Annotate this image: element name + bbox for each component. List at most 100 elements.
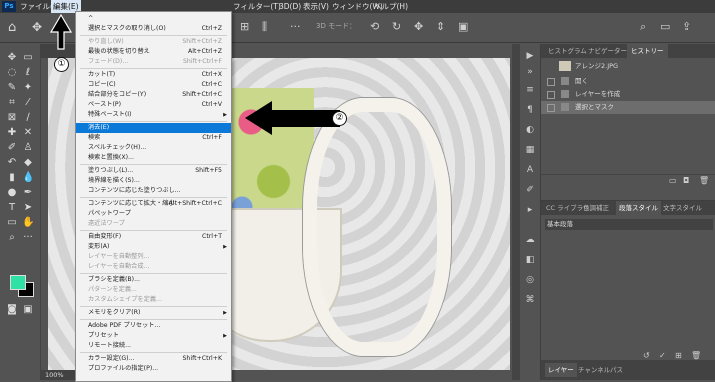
tab-history[interactable]: ヒストリー (627, 44, 668, 58)
menu-item[interactable]: 結合部分をコピー(Y) Shift+Ctrl+C (76, 90, 231, 100)
magic-wand-icon[interactable]: ✦ (22, 82, 34, 94)
tab-layers[interactable]: レイヤー (545, 363, 577, 377)
menu-item[interactable]: 自由変形(F) Ctrl+T (76, 232, 231, 242)
collapse-icon[interactable]: » (524, 66, 536, 78)
artboard-tool-icon[interactable]: ▭ (22, 52, 34, 64)
marquee-tool-icon[interactable]: ◌ (6, 67, 18, 79)
brush-tool-icon[interactable]: ✐ (6, 142, 18, 154)
patch-tool-icon[interactable]: ✕ (22, 127, 34, 139)
menu-item[interactable]: 検索 Ctrl+F (76, 133, 231, 143)
canvas-scrollbar[interactable] (512, 44, 520, 380)
tab-histogram[interactable]: ヒストグラム (545, 44, 590, 58)
quick-mask-icon[interactable]: ◙ (6, 304, 18, 316)
menu-view[interactable]: 表示(V) (303, 0, 329, 13)
align-icon[interactable]: ⊞ (240, 20, 249, 33)
menu-item[interactable]: ^ (76, 14, 231, 24)
channels-icon[interactable]: ◎ (524, 274, 536, 286)
search-icon[interactable]: ⌕ (640, 20, 646, 34)
type-tool-icon[interactable]: T (6, 202, 18, 214)
crop-tool-icon[interactable]: ⌗ (6, 97, 18, 109)
menu-item[interactable]: 塗りつぶし(L)... Shift+F5 (76, 166, 231, 176)
paragraph-style-item[interactable]: 基本段落 (545, 219, 713, 230)
ruler-tool-icon[interactable]: ∕ (22, 112, 34, 124)
move-tool-icon[interactable]: ✥ (6, 52, 18, 64)
zoom-level[interactable]: 100% (45, 371, 64, 379)
paths-icon[interactable]: ⌘ (524, 294, 536, 306)
trash-icon[interactable]: 🗑 (699, 176, 709, 185)
shape-tool-icon[interactable]: ▭ (6, 217, 18, 229)
menu-item[interactable]: やり直し(W) Shift+Ctrl+Z (76, 37, 231, 47)
menu-item[interactable]: 特殊ペースト(I) ▶ (76, 110, 231, 120)
healing-brush-icon[interactable]: ✚ (6, 127, 18, 139)
menu-item[interactable]: レイヤーを自動合成... (76, 262, 231, 272)
menu-item[interactable]: ペースト(P) Ctrl+V (76, 100, 231, 110)
clear-override-icon[interactable]: ↺ (643, 351, 650, 360)
redefine-icon[interactable]: ✓ (659, 351, 666, 360)
zoom-tool-icon[interactable]: ⌕ (6, 232, 18, 244)
menu-3d[interactable]: 3D(D) (279, 0, 301, 13)
menu-item[interactable]: コンテンツに応じた塗りつぶし... (76, 186, 231, 196)
3d-slide-icon[interactable]: ⇕ (436, 20, 445, 33)
menu-item[interactable]: カラー設定(G)... Shift+Ctrl+K (76, 354, 231, 364)
hand-tool-icon[interactable]: ✋ (22, 217, 34, 229)
tab-adjustments[interactable]: 色調補正 (581, 201, 611, 215)
history-brush-source-box[interactable] (547, 78, 555, 86)
menu-item[interactable]: ブラシを定義(B)... (76, 275, 231, 285)
home-icon[interactable]: ⌂ (8, 20, 16, 35)
menu-item[interactable]: 最後の状態を切り替え Alt+Ctrl+Z (76, 47, 231, 57)
adjustments-icon[interactable]: ◐ (524, 124, 536, 136)
menu-item[interactable]: メモリをクリア(R) ▶ (76, 308, 231, 318)
foreground-color-swatch[interactable] (10, 275, 26, 290)
3d-roll-icon[interactable]: ↻ (392, 20, 401, 33)
more-options-icon[interactable]: ··· (290, 20, 301, 33)
distribute-icon[interactable]: ⫼ (262, 20, 267, 34)
menu-item[interactable]: 遠近法ワープ (76, 219, 231, 229)
tab-character-styles[interactable]: 文字スタイル (661, 201, 704, 215)
more-tools-icon[interactable]: ··· (22, 232, 34, 244)
gradient-tool-icon[interactable]: ▮ (6, 172, 18, 184)
history-snapshot[interactable]: アレンジ2.JPG (541, 60, 715, 73)
eraser-tool-icon[interactable]: ◆ (22, 157, 34, 169)
dodge-tool-icon[interactable]: ● (6, 187, 18, 199)
menu-item[interactable]: Adobe PDF プリセット... (76, 321, 231, 331)
path-select-icon[interactable]: ➤ (22, 202, 34, 214)
menu-item[interactable]: コピー(C) Ctrl+C (76, 80, 231, 90)
menu-item[interactable]: カスタムシェイプを定義... (76, 295, 231, 305)
properties-icon[interactable]: ≡ (524, 84, 536, 96)
menu-item[interactable]: パターンを定義... (76, 285, 231, 295)
menu-item[interactable]: 検索と置換(X)... (76, 153, 231, 163)
menu-item[interactable]: リモート接続... (76, 341, 231, 351)
snapshot-camera-icon[interactable]: ◘ (683, 176, 689, 185)
swatches-icon[interactable]: ▦ (524, 144, 536, 156)
menu-item-erase[interactable]: 消去(E) (76, 123, 231, 133)
menu-item[interactable]: フェード(D)... Shift+Ctrl+F (76, 57, 231, 67)
share-icon[interactable]: ⇪ (682, 20, 691, 33)
eyedropper-tool-icon[interactable]: ⁄ (22, 97, 34, 109)
3d-scale-icon[interactable]: ▣ (458, 20, 468, 33)
menu-item[interactable]: レイヤーを自動整列... (76, 252, 231, 262)
history-brush-source-box[interactable] (547, 104, 555, 112)
brush-settings-icon[interactable]: ✐ (524, 184, 536, 196)
quick-select-tool-icon[interactable]: ✎ (6, 82, 18, 94)
history-state[interactable]: 開く (541, 75, 715, 88)
blur-tool-icon[interactable]: 💧 (22, 172, 34, 184)
workspace-icon[interactable]: ▭ (660, 20, 670, 33)
lasso-tool-icon[interactable]: ℓ (22, 67, 34, 79)
3d-orbit-icon[interactable]: ⟲ (370, 20, 379, 33)
libraries-icon[interactable]: ☁ (524, 234, 536, 246)
layers-comp-icon[interactable]: ◧ (524, 254, 536, 266)
menu-item[interactable]: 境界線を描く(S)... (76, 176, 231, 186)
history-state-selected[interactable]: 選択とマスク (541, 101, 715, 114)
frame-tool-icon[interactable]: ⊠ (6, 112, 18, 124)
menu-item[interactable]: 選択とマスクの取り消し(O) Ctrl+Z (76, 24, 231, 34)
menu-item[interactable]: スペルチェック(H)... (76, 143, 231, 153)
history-brush-icon[interactable]: ↶ (6, 157, 18, 169)
move-tool-icon[interactable]: ✥ (32, 20, 42, 34)
menu-item[interactable]: パペットワープ (76, 209, 231, 219)
paragraph-icon[interactable]: ¶ (524, 104, 536, 116)
menu-item[interactable]: プロファイルの指定(P)... (76, 364, 231, 374)
menu-filter[interactable]: フィルター(T) (233, 0, 281, 13)
pen-tool-icon[interactable]: ✒ (22, 187, 34, 199)
character-icon[interactable]: A (524, 164, 536, 176)
tab-paths[interactable]: パス (607, 363, 626, 377)
